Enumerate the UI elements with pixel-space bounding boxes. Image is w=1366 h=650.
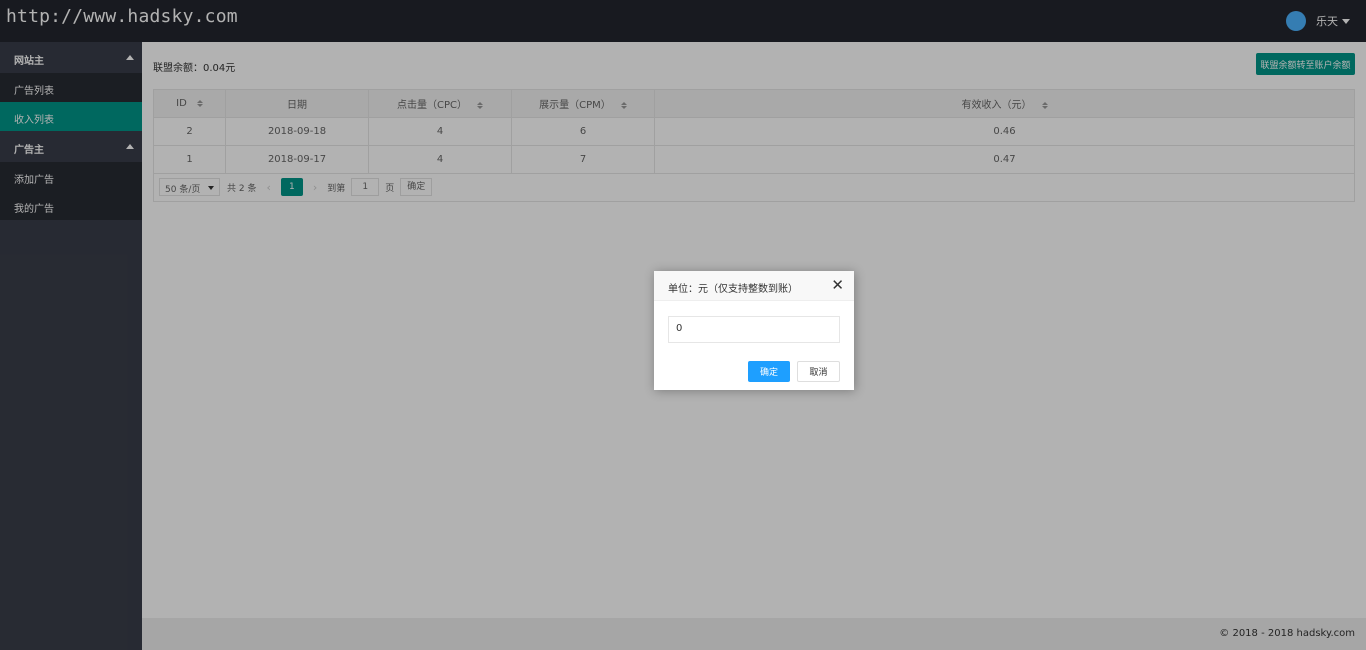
- dialog-title: 单位：元（仅支持整数到账）: [668, 284, 798, 295]
- dialog-title-bar: 单位：元（仅支持整数到账） ✕: [654, 271, 854, 301]
- cancel-button[interactable]: 取消: [797, 361, 840, 382]
- confirm-button[interactable]: 确定: [748, 361, 790, 382]
- close-icon[interactable]: ✕: [831, 277, 844, 293]
- prompt-dialog: 单位：元（仅支持整数到账） ✕ 0 确定 取消: [654, 271, 854, 390]
- amount-input[interactable]: 0: [668, 316, 840, 343]
